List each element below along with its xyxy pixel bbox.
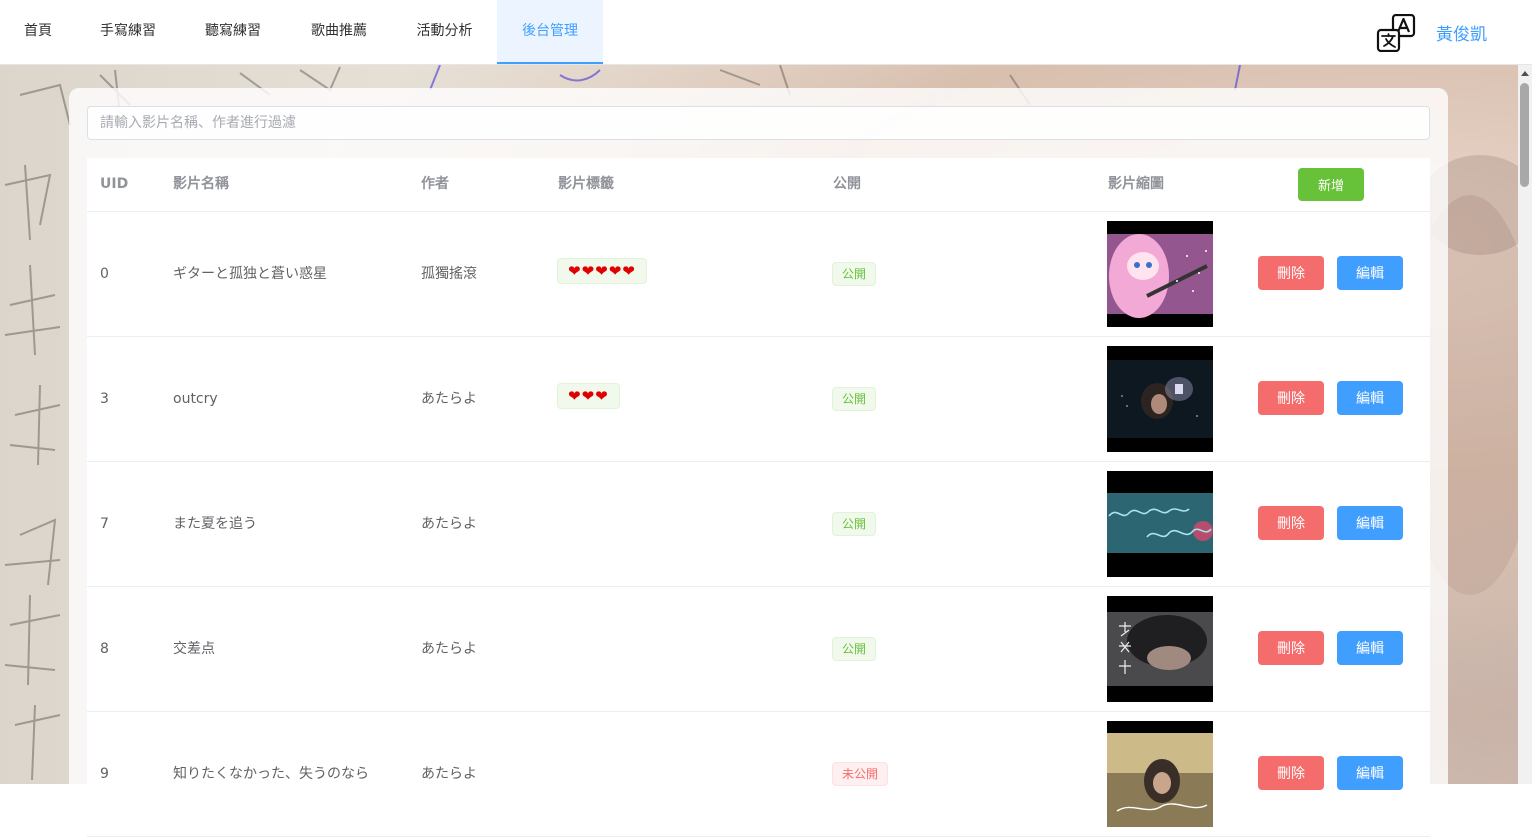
header-author: 作者 (421, 176, 449, 192)
heart-tags-badge: ❤❤❤ (557, 383, 620, 409)
add-video-button[interactable]: 新增 (1298, 168, 1364, 201)
nav-item-home[interactable]: 首頁 (0, 0, 76, 64)
video-name-cell: また夏を追う (173, 516, 257, 532)
delete-button[interactable]: 刪除 (1258, 631, 1324, 665)
scrollbar-thumb[interactable] (1520, 83, 1529, 187)
nav-item-handwriting[interactable]: 手寫練習 (76, 0, 180, 64)
table-row: 3 outcry あたらよ ❤❤❤ 公開 刪除 編輯 (87, 337, 1430, 462)
table-row: 8 交差点 あたらよ 公開 刪除 編輯 (87, 587, 1430, 712)
video-name-cell: 交差点 (173, 641, 215, 657)
delete-button[interactable]: 刪除 (1258, 506, 1324, 540)
uid-cell: 0 (100, 266, 109, 282)
status-badge: 公開 (832, 512, 877, 536)
author-cell: あたらよ (421, 391, 477, 407)
table-row: 0 ギターと孤独と蒼い惑星 孤獨搖滾 ❤❤❤❤❤ 公開 刪除 編輯 (87, 212, 1430, 337)
page-scrollbar[interactable] (1518, 65, 1532, 784)
uid-cell: 8 (100, 641, 109, 657)
video-name-cell: outcry (173, 391, 218, 407)
video-thumbnail (1107, 221, 1213, 327)
video-thumbnail (1107, 471, 1213, 577)
table-header: UID 影片名稱 作者 影片標籤 公開 影片縮圖 新增 (87, 158, 1430, 212)
video-name-cell: 知りたくなかった、失うのなら (173, 766, 369, 782)
edit-button[interactable]: 編輯 (1337, 256, 1403, 290)
top-nav-bar: 首頁 手寫練習 聽寫練習 歌曲推薦 活動分析 後台管理 黃俊凱 (0, 0, 1532, 65)
author-cell: 孤獨搖滾 (421, 266, 477, 282)
video-table: UID 影片名稱 作者 影片標籤 公開 影片縮圖 新增 0 ギターと孤独と蒼い惑… (87, 158, 1430, 837)
nav-item-dictation[interactable]: 聽寫練習 (180, 0, 286, 64)
author-cell: あたらよ (421, 641, 477, 657)
header-tags: 影片標籤 (558, 176, 614, 192)
status-badge: 公開 (832, 387, 877, 411)
table-row: 9 知りたくなかった、失うのなら あたらよ 未公開 刪除 編輯 (87, 712, 1430, 837)
video-thumbnail (1107, 721, 1213, 827)
video-filter-input[interactable] (87, 106, 1430, 140)
uid-cell: 3 (100, 391, 109, 407)
uid-cell: 9 (100, 766, 109, 782)
video-thumbnail (1107, 346, 1213, 452)
status-badge: 公開 (832, 262, 877, 286)
delete-button[interactable]: 刪除 (1258, 381, 1324, 415)
scroll-up-arrow-icon[interactable] (1521, 71, 1529, 76)
user-name-link[interactable]: 黃俊凱 (1436, 20, 1487, 45)
nav-item-activity-analysis[interactable]: 活動分析 (392, 0, 497, 64)
edit-button[interactable]: 編輯 (1337, 756, 1403, 790)
uid-cell: 7 (100, 516, 109, 532)
edit-button[interactable]: 編輯 (1337, 631, 1403, 665)
table-row: 7 また夏を追う あたらよ 公開 刪除 編輯 (87, 462, 1430, 587)
status-badge: 公開 (832, 637, 877, 661)
header-public: 公開 (833, 176, 861, 192)
status-badge: 未公開 (832, 762, 889, 786)
author-cell: あたらよ (421, 516, 477, 532)
nav-item-admin[interactable]: 後台管理 (497, 0, 603, 64)
admin-card: UID 影片名稱 作者 影片標籤 公開 影片縮圖 新增 0 ギターと孤独と蒼い惑… (69, 88, 1448, 837)
header-name: 影片名稱 (173, 176, 229, 192)
edit-button[interactable]: 編輯 (1337, 381, 1403, 415)
delete-button[interactable]: 刪除 (1258, 256, 1324, 290)
heart-tags-badge: ❤❤❤❤❤ (557, 258, 647, 284)
author-cell: あたらよ (421, 766, 477, 782)
edit-button[interactable]: 編輯 (1337, 506, 1403, 540)
delete-button[interactable]: 刪除 (1258, 756, 1324, 790)
nav-item-song-recommend[interactable]: 歌曲推薦 (286, 0, 392, 64)
header-thumbnail: 影片縮圖 (1108, 176, 1164, 192)
video-thumbnail (1107, 596, 1213, 702)
video-name-cell: ギターと孤独と蒼い惑星 (173, 266, 327, 282)
header-uid: UID (100, 176, 129, 192)
translate-icon[interactable] (1376, 13, 1416, 53)
